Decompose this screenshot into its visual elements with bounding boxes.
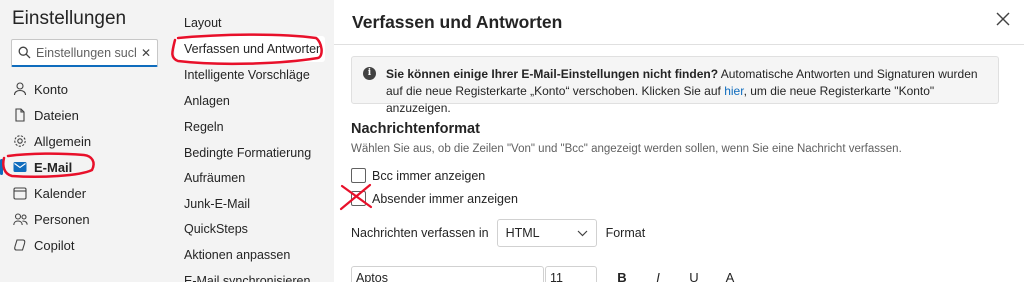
italic-button[interactable]: I [647, 266, 669, 282]
from-checkbox-row: Absender immer anzeigen [351, 191, 518, 206]
sidebar-item-label: Allgemein [34, 133, 92, 149]
people-icon [12, 211, 28, 227]
section-title: Nachrichtenformat [351, 121, 480, 137]
sidebar-item-label: Kalender [34, 185, 87, 201]
copilot-icon [12, 237, 28, 253]
sidebar-item-kalender[interactable]: Kalender [0, 180, 169, 206]
from-checkbox[interactable] [351, 191, 366, 206]
bcc-checkbox-row: Bcc immer anzeigen [351, 168, 485, 183]
settings-title: Einstellungen [12, 8, 127, 29]
category-intelligente-vorschlaege[interactable]: Intelligente Vorschläge [184, 68, 310, 82]
chevron-down-icon [577, 226, 588, 240]
font-size-value: 11 [550, 271, 563, 282]
settings-search[interactable]: ✕ [11, 39, 158, 67]
file-icon [12, 107, 28, 123]
sidebar-item-copilot[interactable]: Copilot [0, 232, 169, 258]
calendar-icon [12, 185, 28, 201]
info-icon: i [363, 67, 376, 80]
font-family-value: Aptos [356, 271, 388, 282]
category-bedingte-formatierung[interactable]: Bedingte Formatierung [184, 146, 311, 160]
format-toolbar: Aptos 11 B I U A [351, 266, 761, 282]
compose-format-value: HTML [505, 226, 540, 240]
info-banner-bold: Sie können einige Ihrer E-Mail-Einstellu… [386, 67, 719, 81]
category-anlagen[interactable]: Anlagen [184, 94, 230, 108]
category-quicksteps[interactable]: QuickSteps [184, 222, 248, 236]
font-size-select[interactable]: 11 [545, 266, 597, 282]
category-verfassen-und-antworten[interactable]: Verfassen und Antworten [175, 36, 325, 62]
bcc-checkbox[interactable] [351, 168, 366, 183]
section-description: Wählen Sie aus, ob die Zeilen "Von" und … [351, 143, 902, 155]
sidebar-item-konto[interactable]: Konto [0, 76, 169, 102]
gear-icon [12, 133, 28, 149]
from-checkbox-label: Absender immer anzeigen [372, 191, 518, 206]
close-icon[interactable] [994, 10, 1014, 30]
search-icon [18, 46, 31, 59]
sidebar-item-personen[interactable]: Personen [0, 206, 169, 232]
underline-button[interactable]: U [683, 266, 705, 282]
bcc-checkbox-label: Bcc immer anzeigen [372, 168, 486, 183]
header-divider [334, 44, 1024, 45]
sidebar-item-allgemein[interactable]: Allgemein [0, 128, 169, 154]
font-color-button[interactable]: A [719, 266, 741, 282]
person-icon [12, 81, 28, 97]
sidebar-item-email[interactable]: E-Mail [0, 154, 169, 180]
mail-icon [12, 159, 28, 175]
sidebar-item-dateien[interactable]: Dateien [0, 102, 169, 128]
settings-nav: Konto Dateien Allgemein E-Mail Kalender … [0, 76, 169, 258]
info-banner-link[interactable]: hier [724, 84, 743, 98]
category-aktionen-anpassen[interactable]: Aktionen anpassen [184, 248, 290, 262]
settings-content: Verfassen und Antworten i Sie können ein… [334, 0, 1024, 282]
compose-format-row: Nachrichten verfassen in HTML Format [351, 219, 645, 247]
sidebar-item-label: Dateien [34, 107, 79, 123]
sidebar-item-label: Konto [34, 81, 68, 97]
category-junk-email[interactable]: Junk-E-Mail [184, 197, 250, 211]
sidebar-item-label: E-Mail [34, 159, 73, 175]
font-family-select[interactable]: Aptos [351, 266, 544, 282]
category-pane: Layout Verfassen und Antworten Intellige… [169, 0, 334, 282]
compose-format-select[interactable]: HTML [496, 219, 597, 247]
sidebar-item-label: Personen [34, 211, 90, 227]
sidebar-item-label: Copilot [34, 237, 75, 253]
category-regeln[interactable]: Regeln [184, 120, 224, 134]
category-aufraeumen[interactable]: Aufräumen [184, 171, 245, 185]
category-layout[interactable]: Layout [184, 16, 222, 30]
compose-format-label: Nachrichten verfassen in [351, 226, 489, 240]
compose-format-suffix: Format [605, 226, 646, 240]
bold-button[interactable]: B [611, 266, 633, 282]
search-input[interactable] [36, 45, 136, 60]
settings-sidebar: Einstellungen ✕ Konto Dateien Allgemein … [0, 0, 169, 282]
clear-search-icon[interactable]: ✕ [141, 46, 151, 60]
info-banner: i Sie können einige Ihrer E-Mail-Einstel… [351, 56, 999, 115]
category-email-synchronisieren[interactable]: E-Mail synchronisieren [184, 274, 310, 282]
page-title: Verfassen und Antworten [352, 12, 563, 32]
